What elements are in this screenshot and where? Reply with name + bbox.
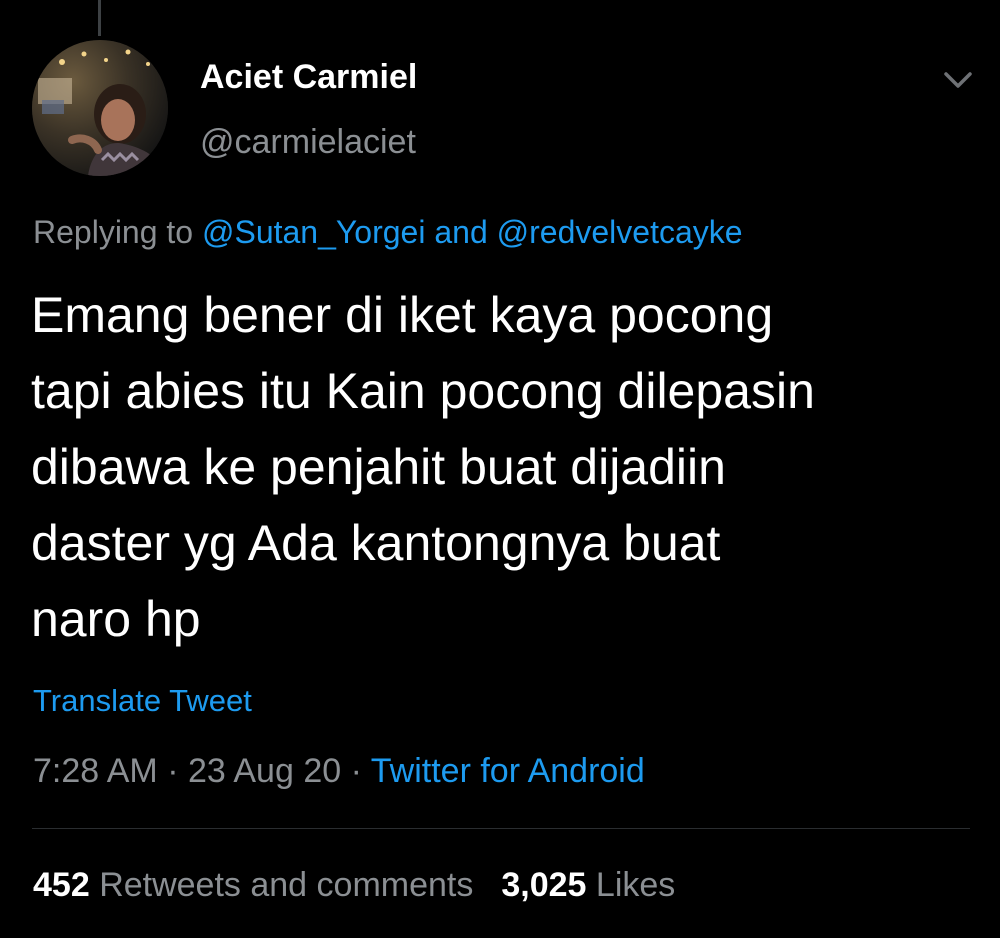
replying-prefix: Replying to	[33, 214, 194, 250]
meta-separator: ·	[350, 752, 362, 790]
tweet-source-link[interactable]: Twitter for Android	[371, 752, 645, 790]
chevron-down-icon	[944, 72, 972, 88]
mention-link[interactable]: @redvelvetcayke	[497, 214, 743, 250]
replying-to-line: Replying to @Sutan_Yorgei and @redvelvet…	[33, 214, 743, 251]
likes-count: 3,025	[501, 866, 587, 904]
likes-label: Likes	[595, 866, 676, 904]
tweet-time[interactable]: 7:28 AM	[33, 752, 158, 790]
tweet-date[interactable]: 23 Aug 20	[188, 752, 341, 790]
replying-joiner: and	[434, 214, 488, 250]
retweets-stat[interactable]: 452 Retweets and comments	[33, 866, 473, 904]
tweet-text-line: tapi abies itu Kain pocong dilepasin	[31, 363, 815, 419]
author-handle[interactable]: @carmielaciet	[200, 123, 416, 162]
retweets-count: 452	[33, 866, 90, 904]
meta-separator: ·	[167, 752, 179, 790]
translate-tweet-link[interactable]: Translate Tweet	[33, 683, 252, 719]
retweets-label: Retweets and comments	[99, 866, 474, 904]
tweet-meta: 7:28 AM · 23 Aug 20 · Twitter for Androi…	[33, 752, 645, 791]
divider	[32, 828, 970, 829]
avatar[interactable]	[32, 40, 168, 176]
tweet-text-line: daster yg Ada kantongnya buat	[31, 515, 721, 571]
tweet-text-line: dibawa ke penjahit buat dijadiin	[31, 439, 726, 495]
likes-stat[interactable]: 3,025 Likes	[501, 866, 675, 904]
author-display-name[interactable]: Aciet Carmiel	[200, 58, 417, 97]
tweet-text-line: naro hp	[31, 591, 201, 647]
avatar-photo	[32, 40, 168, 176]
thread-connector-line	[98, 0, 101, 36]
mention-link[interactable]: @Sutan_Yorgei	[202, 214, 425, 250]
tweet-text: Emang bener di iket kaya pocong tapi abi…	[31, 277, 981, 657]
tweet-text-line: Emang bener di iket kaya pocong	[31, 287, 774, 343]
tweet-stats: 452 Retweets and comments 3,025 Likes	[33, 866, 675, 905]
more-options-button[interactable]	[936, 62, 980, 98]
